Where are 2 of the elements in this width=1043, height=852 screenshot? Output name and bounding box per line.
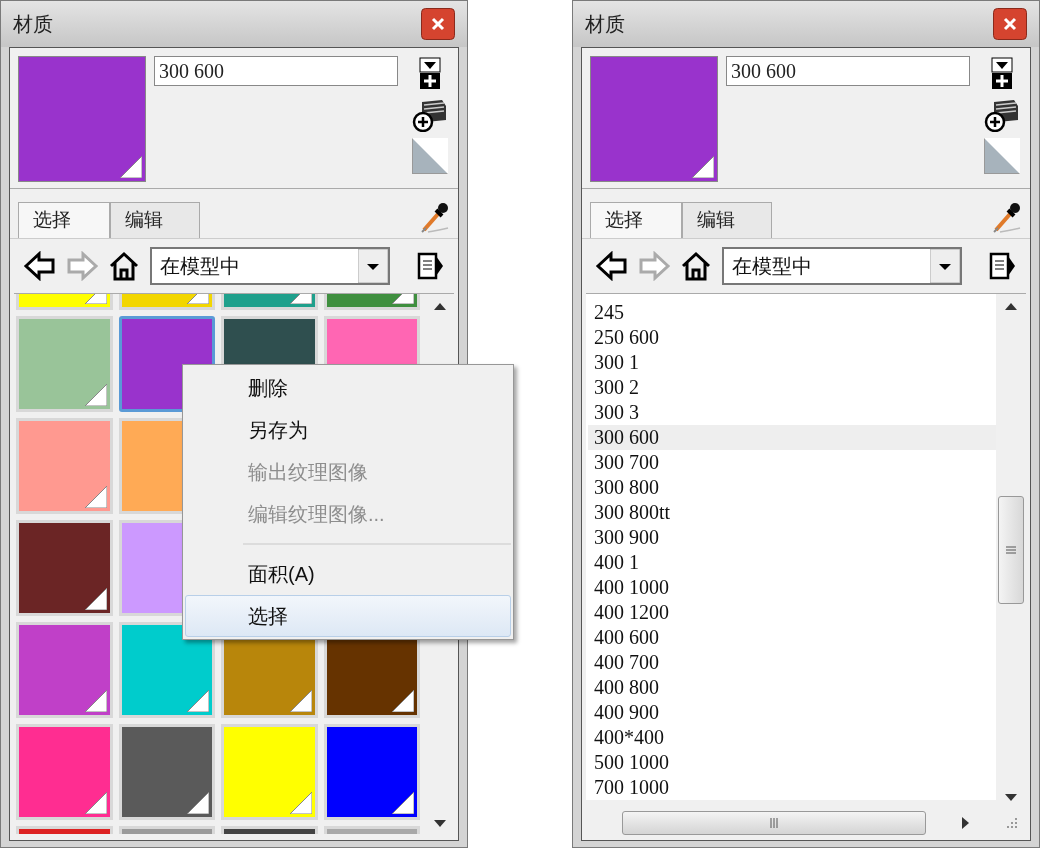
- window-title: 材质: [585, 12, 625, 37]
- window-title: 材质: [13, 12, 53, 37]
